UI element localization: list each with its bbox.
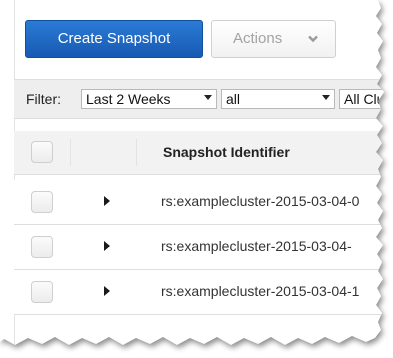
table-row[interactable]: rs:examplecluster-2015-03-04-	[14, 225, 384, 269]
snapshot-type-select[interactable]: all	[221, 89, 335, 109]
header-column-divider	[136, 139, 137, 166]
dropdown-arrow-icon	[322, 95, 330, 100]
filter-bar: Filter: Last 2 Weeks all All Clu	[14, 80, 385, 118]
create-snapshot-button[interactable]: Create Snapshot	[25, 20, 203, 58]
select-all-checkbox[interactable]	[31, 141, 53, 163]
snapshot-identifier-cell: rs:examplecluster-2015-03-04-1	[161, 283, 360, 299]
snapshots-panel: Create Snapshot Actions Filter: Last 2 W…	[0, 0, 385, 345]
actions-label: Actions	[233, 30, 283, 47]
table-row[interactable]: rs:examplecluster-2015-03-04-1	[14, 270, 384, 314]
snapshot-identifier-cell: rs:examplecluster-2015-03-04-	[161, 238, 352, 254]
date-range-select[interactable]: Last 2 Weeks	[81, 89, 217, 109]
row-checkbox[interactable]	[31, 236, 53, 258]
dropdown-arrow-icon	[204, 95, 212, 100]
chevron-down-icon	[308, 35, 318, 43]
filter-label: Filter:	[26, 91, 61, 107]
snapshot-identifier-cell: rs:examplecluster-2015-03-04-0	[161, 193, 360, 209]
header-bottom-border	[14, 174, 384, 175]
header-column-divider	[70, 139, 71, 166]
filter-divider	[14, 118, 384, 119]
row-checkbox[interactable]	[31, 281, 53, 303]
cluster-value: All Clu	[344, 91, 385, 107]
expand-row-icon[interactable]	[104, 286, 110, 296]
actions-button[interactable]: Actions	[211, 20, 336, 58]
row-checkbox[interactable]	[31, 191, 53, 213]
expand-row-icon[interactable]	[104, 241, 110, 251]
table-row[interactable]: rs:examplecluster-2015-03-04-0	[14, 180, 384, 224]
cluster-select[interactable]: All Clu	[339, 89, 385, 109]
column-header-snapshot-identifier[interactable]: Snapshot Identifier	[163, 144, 290, 160]
table-header: Snapshot Identifier	[14, 131, 384, 174]
row-divider	[14, 314, 384, 315]
snapshot-type-value: all	[226, 91, 241, 107]
date-range-value: Last 2 Weeks	[86, 91, 171, 107]
expand-row-icon[interactable]	[104, 196, 110, 206]
